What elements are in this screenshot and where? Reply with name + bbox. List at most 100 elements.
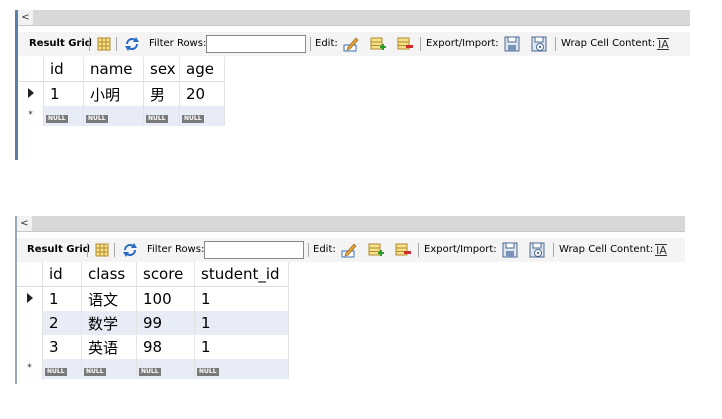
null-badge: NULL <box>146 115 168 123</box>
toolbar-divider <box>420 37 421 51</box>
null-badge: NULL <box>45 368 67 376</box>
wrap-text-icon[interactable]: IA <box>653 242 669 258</box>
import-icon[interactable] <box>531 36 547 52</box>
cell-student-id[interactable]: 1 <box>194 286 289 311</box>
edit-cell-icon[interactable] <box>343 36 359 52</box>
cell-id[interactable]: 3 <box>42 335 82 359</box>
cell-score[interactable]: 98 <box>136 335 195 359</box>
refresh-icon[interactable] <box>124 36 140 52</box>
add-row-icon[interactable] <box>370 36 386 52</box>
filter-rows-input[interactable] <box>204 241 304 259</box>
row-header-corner <box>17 262 43 287</box>
cell-id[interactable]: 1 <box>42 286 82 311</box>
result-grid-1: id name sex age 1 小明 男 20 * NULL NULL NU… <box>18 57 225 126</box>
grid-view-icon[interactable] <box>96 36 112 52</box>
row-header[interactable] <box>17 335 43 359</box>
filter-rows-input[interactable] <box>206 35 306 53</box>
null-cell[interactable]: NULL <box>136 359 195 379</box>
null-cell[interactable]: NULL <box>42 359 82 379</box>
edit-label: Edit: <box>313 244 336 255</box>
column-header-student-id[interactable]: student_id <box>194 262 289 287</box>
export-import-label: Export/Import: <box>426 38 499 49</box>
current-row-arrow-icon <box>27 87 34 98</box>
column-header-id[interactable]: id <box>43 57 84 82</box>
null-cell[interactable]: NULL <box>81 359 137 379</box>
column-header-score[interactable]: score <box>136 262 195 287</box>
edit-cell-icon[interactable] <box>341 242 357 258</box>
new-row-marker: * <box>18 106 44 126</box>
cell-id[interactable]: 2 <box>42 311 82 335</box>
current-row-indicator[interactable] <box>17 286 43 311</box>
cell-sex[interactable]: 男 <box>143 81 180 106</box>
cell-id[interactable]: 1 <box>43 81 84 106</box>
scroll-left-arrow-icon[interactable]: < <box>17 216 32 231</box>
cell-name[interactable]: 小明 <box>83 81 144 106</box>
toolbar-divider <box>308 243 309 257</box>
wrap-text-icon[interactable]: IA <box>655 36 671 52</box>
export-icon[interactable] <box>504 36 520 52</box>
null-cell[interactable]: NULL <box>83 106 144 126</box>
result-grid-label[interactable]: Result Grid <box>27 238 90 262</box>
null-cell[interactable]: NULL <box>179 106 225 126</box>
table-row[interactable]: 1 语文 100 1 <box>17 286 289 311</box>
toolbar-divider <box>116 37 117 51</box>
null-badge: NULL <box>86 115 108 123</box>
toolbar-divider <box>310 37 311 51</box>
cell-class[interactable]: 语文 <box>81 286 137 311</box>
null-badge: NULL <box>139 368 161 376</box>
null-badge: NULL <box>197 368 219 376</box>
filter-rows-label: Filter Rows: <box>147 244 205 255</box>
panel-1-horizontal-scrollbar[interactable]: < <box>18 10 690 26</box>
toolbar-divider <box>555 37 556 51</box>
edit-label: Edit: <box>315 38 338 49</box>
column-header-sex[interactable]: sex <box>143 57 180 82</box>
table-row[interactable]: 1 小明 男 20 <box>18 81 225 106</box>
cell-class[interactable]: 英语 <box>81 335 137 359</box>
column-header-id[interactable]: id <box>42 262 82 287</box>
table-row[interactable]: 3 英语 98 1 <box>17 335 289 359</box>
cell-student-id[interactable]: 1 <box>194 311 289 335</box>
new-row-marker: * <box>17 359 43 379</box>
table-row[interactable]: 2 数学 99 1 <box>17 311 289 335</box>
toolbar-divider <box>418 243 419 257</box>
null-badge: NULL <box>84 368 106 376</box>
wrap-cell-content-label: Wrap Cell Content: <box>561 38 656 49</box>
add-row-icon[interactable] <box>368 242 384 258</box>
wrap-cell-content-label: Wrap Cell Content: <box>559 244 654 255</box>
row-header-corner <box>18 57 44 82</box>
grid-header-row: id name sex age <box>18 57 225 82</box>
null-cell[interactable]: NULL <box>194 359 289 379</box>
null-badge: NULL <box>182 115 204 123</box>
null-cell[interactable]: NULL <box>143 106 180 126</box>
column-header-age[interactable]: age <box>179 57 225 82</box>
cell-class[interactable]: 数学 <box>81 311 137 335</box>
cell-age[interactable]: 20 <box>179 81 225 106</box>
current-row-indicator[interactable] <box>18 81 44 106</box>
toolbar-divider <box>89 37 90 51</box>
grid-header-row: id class score student_id <box>17 262 289 287</box>
toolbar-divider <box>114 243 115 257</box>
export-icon[interactable] <box>502 242 518 258</box>
result-grid-label[interactable]: Result Grid <box>29 32 92 56</box>
delete-row-icon[interactable] <box>397 36 413 52</box>
result-grid-toolbar: Result Grid Filter Rows: Edit: Export/Im… <box>17 238 685 262</box>
result-grid-2: id class score student_id 1 语文 100 1 2 数… <box>17 262 289 379</box>
new-row-placeholder[interactable]: * NULL NULL NULL NULL <box>17 359 289 379</box>
delete-row-icon[interactable] <box>395 242 411 258</box>
cell-score[interactable]: 100 <box>136 286 195 311</box>
refresh-icon[interactable] <box>122 242 138 258</box>
new-row-placeholder[interactable]: * NULL NULL NULL NULL <box>18 106 225 126</box>
filter-rows-label: Filter Rows: <box>149 38 207 49</box>
grid-view-icon[interactable] <box>94 242 110 258</box>
current-row-arrow-icon <box>26 292 33 303</box>
column-header-class[interactable]: class <box>81 262 137 287</box>
cell-score[interactable]: 99 <box>136 311 195 335</box>
null-cell[interactable]: NULL <box>43 106 84 126</box>
column-header-name[interactable]: name <box>83 57 144 82</box>
import-icon[interactable] <box>529 242 545 258</box>
toolbar-divider <box>553 243 554 257</box>
cell-student-id[interactable]: 1 <box>194 335 289 359</box>
panel-2-horizontal-scrollbar[interactable]: < <box>17 216 685 232</box>
scroll-left-arrow-icon[interactable]: < <box>18 10 33 25</box>
row-header[interactable] <box>17 311 43 335</box>
